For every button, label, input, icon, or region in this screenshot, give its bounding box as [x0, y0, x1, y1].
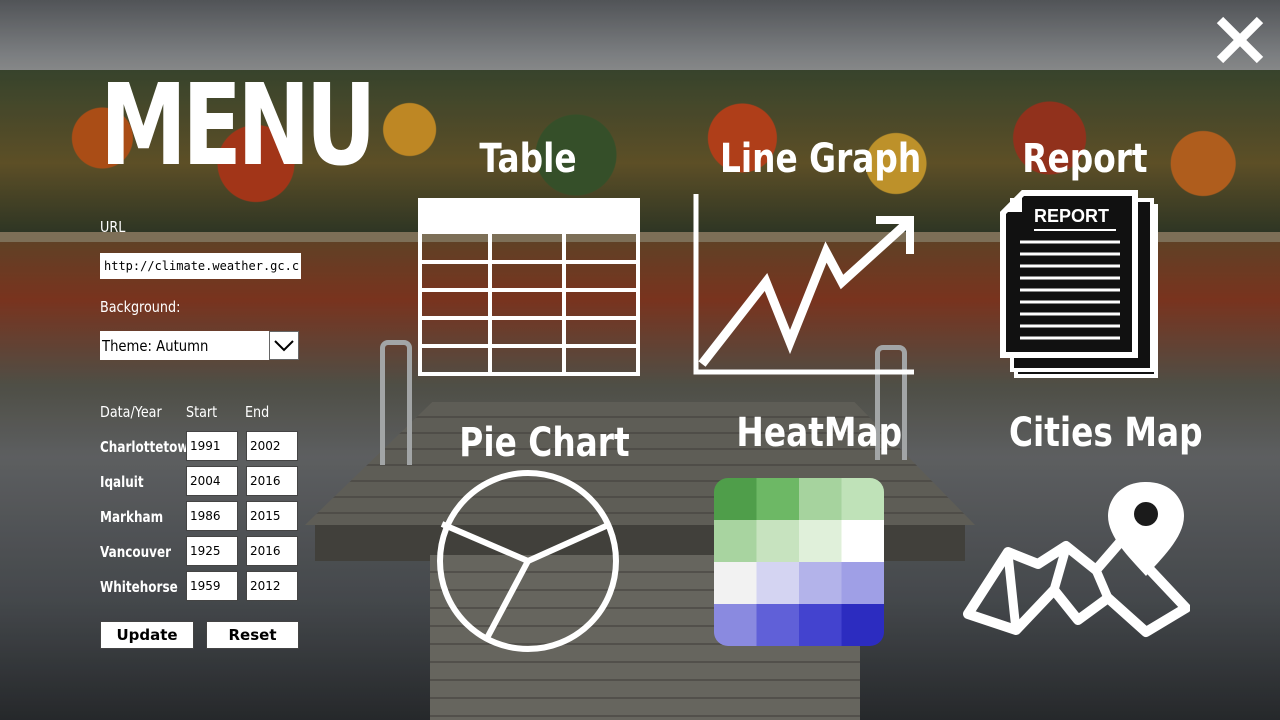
- heatmap-cell: [714, 478, 757, 521]
- end-year-input[interactable]: 2016: [246, 536, 298, 566]
- background-label: Background:: [100, 298, 181, 316]
- column-header-data-year: Data/Year: [100, 403, 162, 421]
- map-pin-icon: [963, 482, 1191, 637]
- update-button[interactable]: Update: [100, 621, 194, 649]
- report-badge: REPORT: [1034, 206, 1110, 226]
- report-button[interactable]: REPORT: [998, 186, 1162, 382]
- start-year-input[interactable]: 1959: [186, 571, 238, 601]
- heatmap-title: HeatMap: [736, 410, 903, 456]
- city-name: Charlottetown: [100, 438, 197, 456]
- close-button[interactable]: [1214, 14, 1266, 66]
- heatmap-cell: [841, 520, 884, 563]
- end-year-input[interactable]: 2016: [246, 466, 298, 496]
- heatmap-cell: [799, 562, 842, 605]
- url-input[interactable]: http://climate.weather.gc.ca/climate_: [100, 253, 301, 279]
- end-year-input[interactable]: 2015: [246, 501, 298, 531]
- reset-button[interactable]: Reset: [206, 621, 299, 649]
- column-header-end: End: [245, 403, 270, 421]
- url-label: URL: [100, 218, 126, 236]
- line-graph-icon: [693, 194, 914, 375]
- heatmap-button[interactable]: [714, 478, 884, 646]
- heatmap-cell: [756, 604, 800, 646]
- heatmap-cell: [799, 478, 842, 521]
- heatmap-cell: [714, 562, 757, 605]
- table-button[interactable]: [418, 198, 640, 376]
- menu-title: MENU: [100, 61, 377, 191]
- heatmap-icon: [714, 478, 884, 646]
- pie-chart-icon: [437, 470, 619, 652]
- close-icon: [1216, 16, 1264, 64]
- table-icon: [418, 198, 640, 376]
- column-header-start: Start: [186, 403, 218, 421]
- cities-map-button[interactable]: [962, 480, 1191, 644]
- cities-map-title: Cities Map: [1008, 410, 1203, 456]
- chevron-down-icon: [274, 340, 294, 352]
- report-title: Report: [1022, 136, 1148, 182]
- start-year-input[interactable]: 1991: [186, 431, 238, 461]
- heatmap-cell: [841, 478, 884, 521]
- heatmap-cell: [841, 562, 884, 605]
- start-year-input[interactable]: 1925: [186, 536, 238, 566]
- heatmap-cell: [714, 520, 757, 563]
- pie-chart-title: Pie Chart: [459, 420, 630, 466]
- heatmap-cell: [756, 478, 800, 521]
- heatmap-cell: [799, 520, 842, 563]
- table-title: Table: [479, 136, 577, 182]
- city-name: Whitehorse: [100, 578, 178, 596]
- heatmap-cell: [799, 604, 842, 646]
- start-year-input[interactable]: 1986: [186, 501, 238, 531]
- dropdown-button[interactable]: [269, 331, 299, 360]
- city-name: Markham: [100, 508, 164, 526]
- heatmap-cell: [841, 604, 884, 646]
- start-year-input[interactable]: 2004: [186, 466, 238, 496]
- heatmap-cell: [714, 604, 757, 646]
- line-graph-button[interactable]: [690, 192, 916, 376]
- heatmap-cell: [756, 520, 800, 563]
- heatmap-cell: [756, 562, 800, 605]
- pie-chart-button[interactable]: [432, 468, 624, 654]
- background-select[interactable]: Theme: Autumn: [100, 331, 299, 360]
- city-name: Iqaluit: [100, 473, 144, 491]
- end-year-input[interactable]: 2012: [246, 571, 298, 601]
- end-year-input[interactable]: 2002: [246, 431, 298, 461]
- line-graph-title: Line Graph: [720, 136, 922, 182]
- background-select-value: Theme: Autumn: [102, 337, 209, 355]
- city-name: Vancouver: [100, 543, 172, 561]
